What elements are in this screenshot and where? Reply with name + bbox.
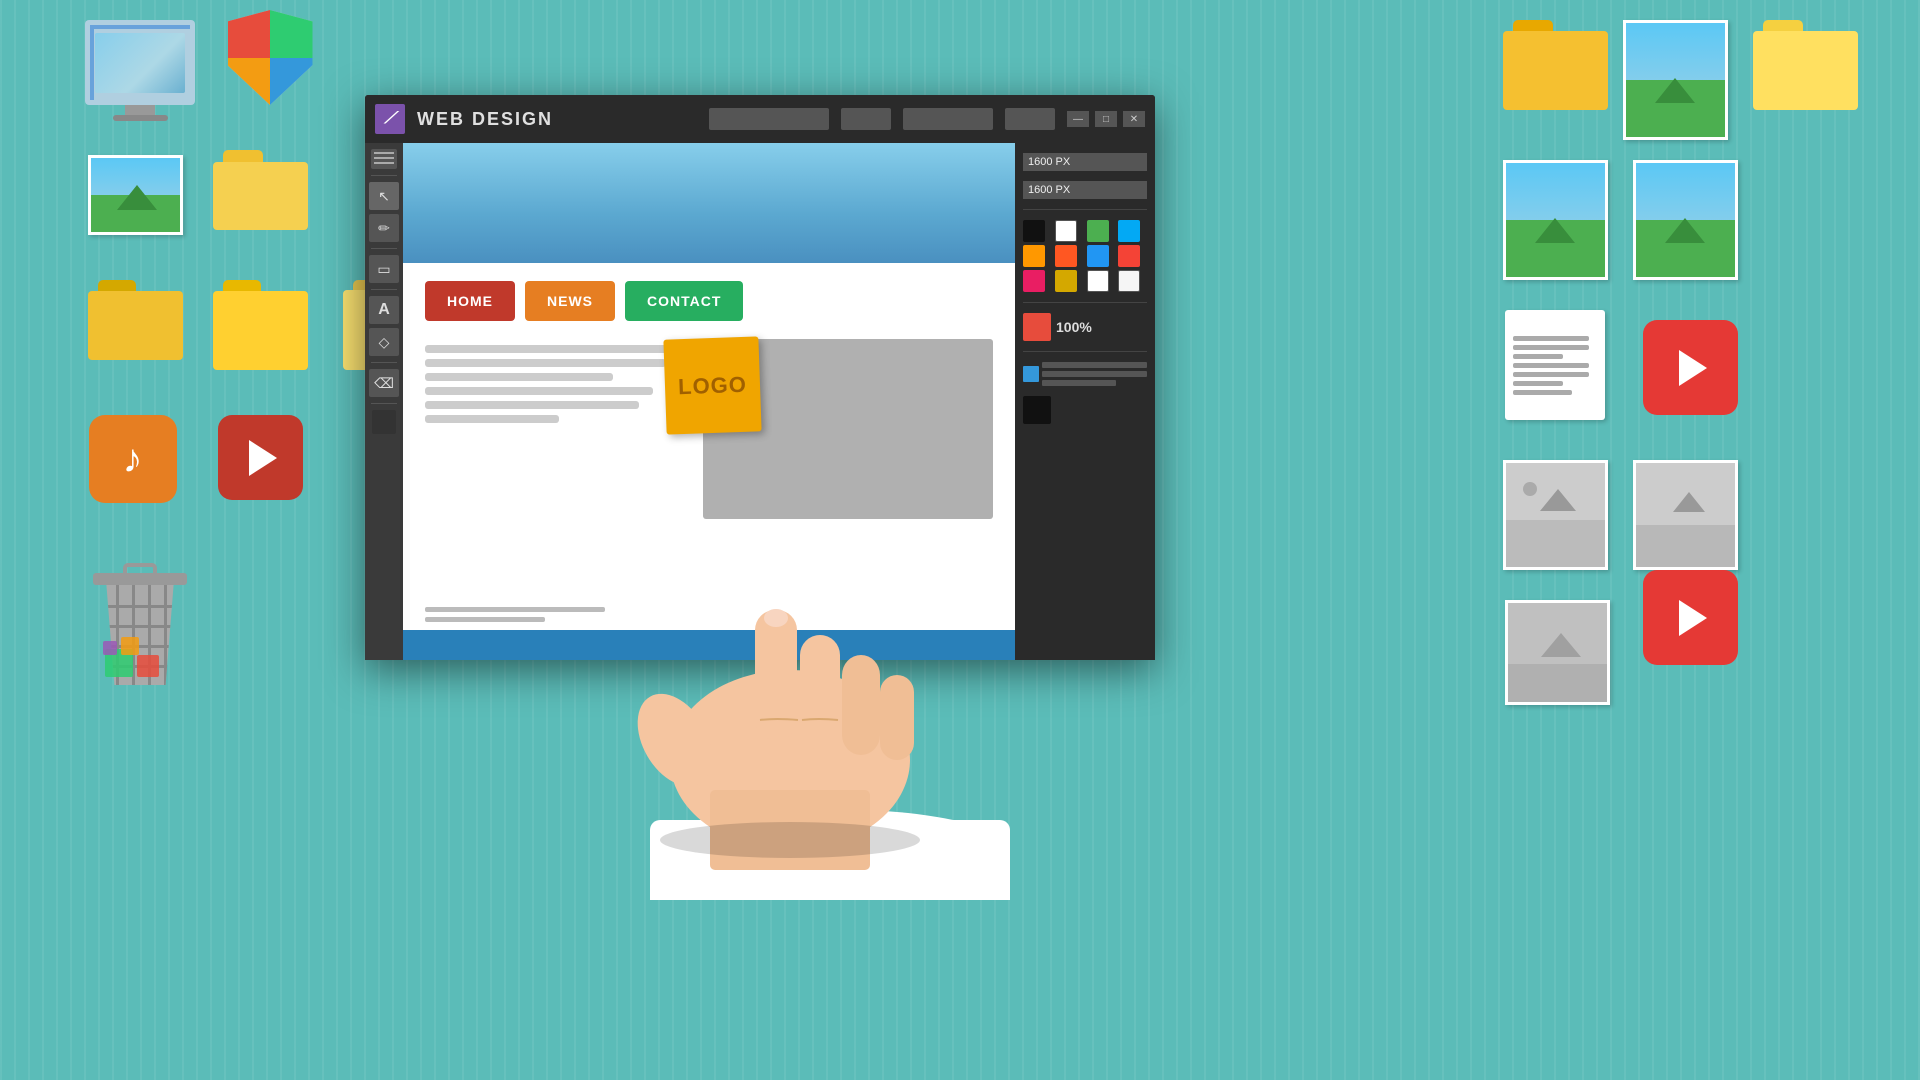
zoom-row: 100% <box>1023 313 1147 341</box>
play-icon-right-2 <box>1640 570 1740 670</box>
rect-tool[interactable]: ▭ <box>369 255 399 283</box>
bottom-line-1 <box>425 607 605 612</box>
color-green[interactable] <box>1087 220 1109 242</box>
toolbar-input-1[interactable] <box>709 108 829 130</box>
logo-sticky-note[interactable]: LOGO <box>663 336 761 434</box>
color-white-2[interactable] <box>1087 270 1109 292</box>
toolbar-input-2[interactable] <box>841 108 891 130</box>
black-square-tool[interactable] <box>1023 396 1051 424</box>
eraser-tool[interactable]: ⌫ <box>369 369 399 397</box>
document-icon-right <box>1500 310 1610 430</box>
design-text-column <box>425 339 693 519</box>
left-toolbar: ↖ ✏ ▭ A ◇ ⌫ <box>365 143 403 660</box>
folder-icon-2 <box>85 280 185 370</box>
color-white[interactable] <box>1055 220 1077 242</box>
checker-line-1 <box>1042 362 1147 368</box>
windows-shield-icon <box>220 10 320 120</box>
image-placeholder-right-1 <box>1500 460 1610 580</box>
checker-lines <box>1042 362 1147 386</box>
music-icon: ♪ <box>85 415 180 510</box>
logo-label: LOGO <box>678 371 748 399</box>
nav-news-button[interactable]: NEWS <box>525 281 615 321</box>
toolbar-input-3[interactable] <box>903 108 993 130</box>
maximize-button[interactable]: □ <box>1095 111 1117 127</box>
height-input[interactable] <box>1023 181 1147 199</box>
folder-icon-3 <box>210 280 310 380</box>
pen-tool[interactable]: ✏ <box>369 214 399 242</box>
pointer-tool[interactable]: ↖ <box>369 182 399 210</box>
text-tool[interactable]: A <box>369 296 399 324</box>
toolbar-input-4[interactable] <box>1005 108 1055 130</box>
design-bottom-text <box>425 607 605 622</box>
width-input-row <box>1023 153 1147 171</box>
folder-icon-right-1 <box>1500 20 1610 120</box>
text-line-5 <box>425 401 639 409</box>
width-input[interactable] <box>1023 153 1147 171</box>
color-lightblue[interactable] <box>1118 220 1140 242</box>
window-body: ↖ ✏ ▭ A ◇ ⌫ HOME NEWS CONTACT <box>365 143 1155 660</box>
play-icon-1 <box>215 415 305 505</box>
design-nav: HOME NEWS CONTACT <box>403 263 1015 331</box>
menu-icon <box>371 149 397 169</box>
panel-divider-1 <box>1023 209 1147 210</box>
app-window: ⟋ WEB DESIGN — □ ✕ ↖ ✏ ▭ A <box>365 95 1155 660</box>
nav-contact-button[interactable]: CONTACT <box>625 281 743 321</box>
text-line-2 <box>425 359 666 367</box>
trash-icon <box>80 555 200 695</box>
image-placeholder-right-2 <box>1630 460 1740 580</box>
window-controls: — □ ✕ <box>1067 111 1145 127</box>
panel-divider-3 <box>1023 351 1147 352</box>
text-line-6 <box>425 415 559 423</box>
checker-blue-box[interactable] <box>1023 366 1039 382</box>
app-icon: ⟋ <box>375 104 405 134</box>
nav-home-button[interactable]: HOME <box>425 281 515 321</box>
folder-icon-right-2 <box>1750 20 1860 120</box>
bottom-line-2 <box>425 617 545 622</box>
image-icon-right-3 <box>1630 160 1740 290</box>
image-icon-right-1 <box>1620 20 1730 150</box>
design-footer-bar <box>403 630 1015 660</box>
image-icon-1 <box>85 155 185 245</box>
color-lightgray[interactable] <box>1118 270 1140 292</box>
image-icon-right-2 <box>1500 160 1610 290</box>
close-button[interactable]: ✕ <box>1123 111 1145 127</box>
text-line-3 <box>425 373 613 381</box>
color-blue[interactable] <box>1087 245 1109 267</box>
color-black[interactable] <box>1023 220 1045 242</box>
zoom-label: 100% <box>1056 319 1092 335</box>
right-panel: 100% <box>1015 143 1155 660</box>
design-canvas: HOME NEWS CONTACT LOG <box>403 143 1015 660</box>
color-orange[interactable] <box>1023 245 1045 267</box>
app-title: WEB DESIGN <box>417 109 697 130</box>
folder-icon-1 <box>210 150 310 235</box>
image-placeholder-right-3 <box>1505 600 1610 705</box>
panel-divider-2 <box>1023 302 1147 303</box>
title-bar: ⟋ WEB DESIGN — □ ✕ <box>365 95 1155 143</box>
checker-line-2 <box>1042 371 1147 377</box>
color-deep-orange[interactable] <box>1055 245 1077 267</box>
rect2-tool[interactable] <box>372 410 396 434</box>
minimize-button[interactable]: — <box>1067 111 1089 127</box>
color-red[interactable] <box>1118 245 1140 267</box>
text-line-1 <box>425 345 680 353</box>
play-icon-right-1 <box>1640 320 1740 420</box>
design-header-band <box>403 143 1015 263</box>
height-input-row <box>1023 181 1147 199</box>
monitor-icon <box>80 20 200 140</box>
color-yellow[interactable] <box>1055 270 1077 292</box>
shape-tool[interactable]: ◇ <box>369 328 399 356</box>
color-pink[interactable] <box>1023 270 1045 292</box>
color-palette-1 <box>1023 220 1147 292</box>
grid-tool-row <box>1023 362 1147 386</box>
text-line-4 <box>425 387 653 395</box>
zoom-red-box[interactable] <box>1023 313 1051 341</box>
